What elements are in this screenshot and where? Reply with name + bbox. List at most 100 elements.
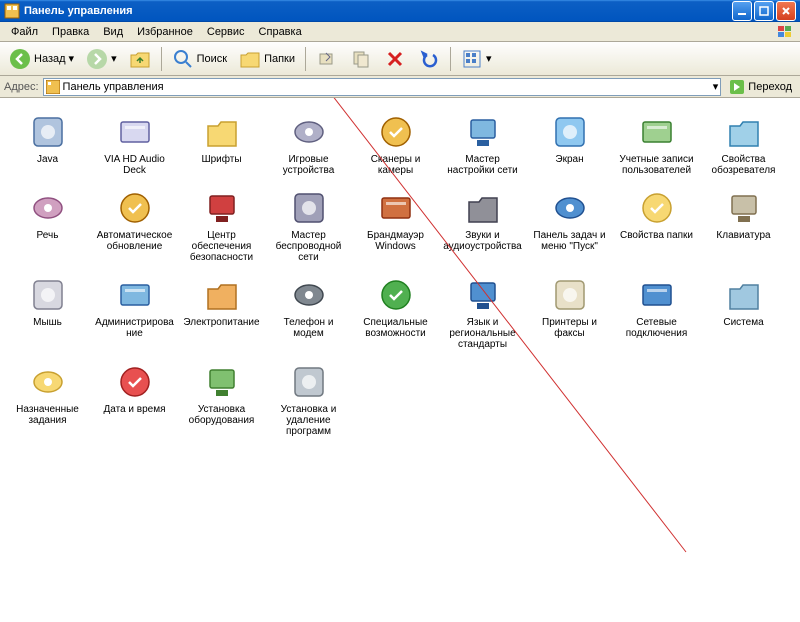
item-label: Мастер беспроводной сети [268,230,349,263]
control-panel-item[interactable]: Принтеры и факсы [527,271,612,354]
item-label: Назначенные задания [7,404,88,426]
item-icon [376,112,416,152]
chevron-down-icon: ▾ [111,52,117,65]
item-label: Брандмауэр Windows [355,230,436,252]
item-icon [724,112,764,152]
item-label: Электропитание [183,317,259,328]
control-panel-item[interactable]: VIA HD Audio Deck [92,108,177,180]
control-panel-item[interactable]: Свойства обозревателя [701,108,786,180]
item-icon [724,188,764,228]
item-label: Сетевые подключения [616,317,697,339]
control-panel-item[interactable]: Речь [5,184,90,267]
control-panel-item[interactable]: Экран [527,108,612,180]
go-icon [729,79,745,95]
control-panel-item[interactable]: Установка оборудования [179,358,264,441]
item-icon [202,362,242,402]
control-panel-item[interactable]: Шрифты [179,108,264,180]
control-panel-item[interactable]: Клавиатура [701,184,786,267]
views-icon [461,48,483,70]
views-button[interactable]: ▾ [456,46,497,72]
item-icon [202,275,242,315]
item-label: Установка и удаление программ [268,404,349,437]
go-button[interactable]: Переход [725,79,796,95]
item-icon [202,112,242,152]
item-icon [202,188,242,228]
item-label: Экран [555,154,583,165]
menubar: Файл Правка Вид Избранное Сервис Справка [0,22,800,42]
control-panel-item[interactable]: Брандмауэр Windows [353,184,438,267]
item-icon [463,188,503,228]
delete-icon [384,48,406,70]
undo-icon [418,48,440,70]
item-icon [463,275,503,315]
back-button[interactable]: Назад ▾ [4,46,79,72]
control-panel-item[interactable]: Автоматическое обновление [92,184,177,267]
control-panel-item[interactable]: Сканеры и камеры [353,108,438,180]
chevron-down-icon[interactable]: ▾ [713,80,719,93]
control-panel-item[interactable]: Администрирование [92,271,177,354]
menu-favorites[interactable]: Избранное [130,24,200,40]
close-button[interactable] [776,1,796,21]
item-label: Java [37,154,58,165]
item-label: Система [723,317,763,328]
control-panel-item[interactable]: Свойства папки [614,184,699,267]
control-panel-item[interactable]: Мышь [5,271,90,354]
item-label: Мастер настройки сети [442,154,523,176]
undo-button[interactable] [413,46,445,72]
address-input[interactable]: Панель управления ▾ [43,78,722,96]
minimize-button[interactable] [732,1,752,21]
address-value: Панель управления [63,81,164,93]
toolbar: Назад ▾ ▾ Поиск Папки ▾ [0,42,800,76]
menu-view[interactable]: Вид [96,24,130,40]
control-panel-item[interactable]: Учетные записи пользователей [614,108,699,180]
control-panel-item[interactable]: Язык и региональные стандарты [440,271,525,354]
maximize-button[interactable] [754,1,774,21]
control-panel-item[interactable]: Специальные возможности [353,271,438,354]
control-panel-item[interactable]: Игровые устройства [266,108,351,180]
item-label: Панель задач и меню "Пуск" [529,230,610,252]
delete-button[interactable] [379,46,411,72]
item-label: Установка оборудования [181,404,262,426]
item-icon [115,275,155,315]
chevron-down-icon: ▾ [69,52,75,65]
control-panel-item[interactable]: Сетевые подключения [614,271,699,354]
menu-help[interactable]: Справка [252,24,309,40]
tool-btn-2[interactable] [345,46,377,72]
item-icon [289,188,329,228]
control-panel-item[interactable]: Установка и удаление программ [266,358,351,441]
item-label: Центр обеспечения безопасности [181,230,262,263]
control-panel-item[interactable]: Java [5,108,90,180]
menu-tools[interactable]: Сервис [200,24,252,40]
forward-button[interactable]: ▾ [81,46,122,72]
control-panel-item[interactable]: Мастер беспроводной сети [266,184,351,267]
control-panel-item[interactable]: Электропитание [179,271,264,354]
control-panel-item[interactable]: Дата и время [92,358,177,441]
item-icon [28,275,68,315]
item-label: Шрифты [201,154,241,165]
folders-button[interactable]: Папки [234,46,300,72]
control-panel-item[interactable]: Центр обеспечения безопасности [179,184,264,267]
control-panel-item[interactable]: Телефон и модем [266,271,351,354]
control-panel-item[interactable]: Панель задач и меню "Пуск" [527,184,612,267]
control-panel-item[interactable]: Звуки и аудиоустройства [440,184,525,267]
menu-file[interactable]: Файл [4,24,45,40]
up-button[interactable] [124,46,156,72]
item-label: Клавиатура [716,230,770,241]
control-panel-item[interactable]: Мастер настройки сети [440,108,525,180]
item-icon [115,188,155,228]
back-label: Назад [34,53,66,65]
item-icon [28,362,68,402]
control-panel-item[interactable]: Система [701,271,786,354]
item-icon [376,275,416,315]
item-label: VIA HD Audio Deck [94,154,175,176]
menu-edit[interactable]: Правка [45,24,96,40]
search-button[interactable]: Поиск [167,46,232,72]
item-icon [463,112,503,152]
folders-icon [239,48,261,70]
control-panel-item[interactable]: Назначенные задания [5,358,90,441]
item-label: Язык и региональные стандарты [442,317,523,350]
tool-btn-1[interactable] [311,46,343,72]
folder-up-icon [129,48,151,70]
item-label: Свойства папки [620,230,693,241]
item-icon [637,112,677,152]
